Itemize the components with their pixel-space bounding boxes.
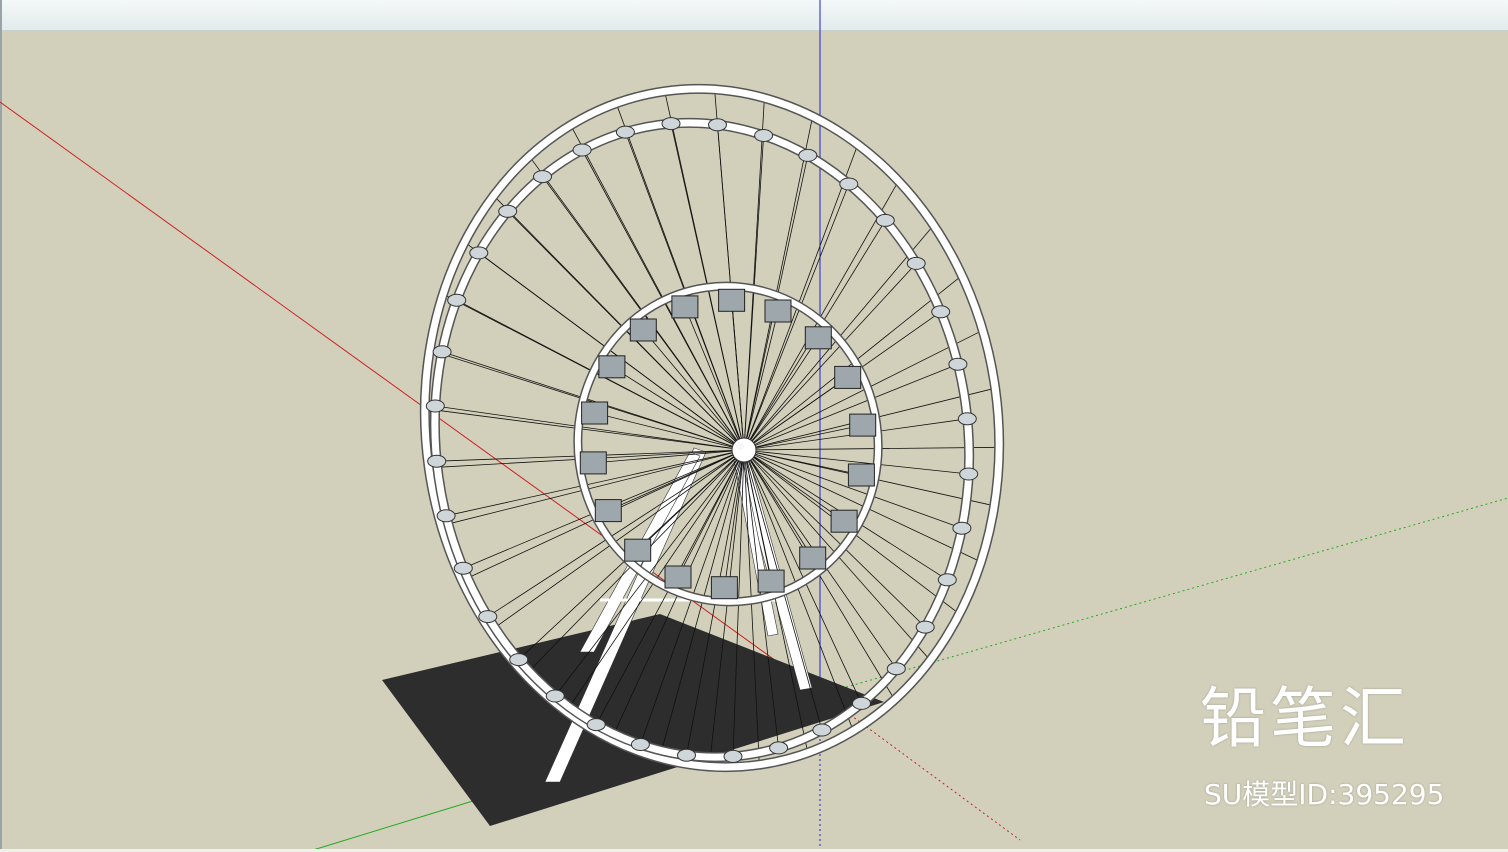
wheel-hub: [731, 437, 757, 463]
outer-cabin: [952, 521, 972, 535]
outer-cabin: [425, 399, 445, 413]
watermark-model-id: SU模型ID:395295: [1204, 778, 1445, 811]
inner-rim: [573, 281, 883, 607]
outer-cabin: [661, 117, 681, 131]
inner-cabin: [764, 299, 792, 323]
inner-spoke: [642, 329, 745, 451]
inner-cabin: [757, 569, 785, 593]
outer-cabin: [427, 454, 447, 468]
outer-cabin: [509, 653, 529, 667]
inner-cabin: [799, 546, 827, 570]
outer-cabin: [533, 170, 552, 184]
outer-cabin: [453, 561, 473, 575]
outer-cabin: [708, 118, 727, 132]
outer-cabin: [798, 148, 818, 162]
inner-cabin: [804, 326, 832, 350]
outer-cabin: [469, 246, 489, 260]
outer-cabin: [937, 573, 957, 587]
outer-cabin: [498, 204, 518, 218]
inner-spoke: [731, 300, 745, 451]
outer-cabin: [436, 509, 456, 523]
outer-cabin: [754, 129, 774, 142]
outer-cabin: [572, 143, 592, 157]
spoke: [743, 446, 1000, 451]
inner-cabin: [579, 451, 607, 475]
inner-cabin: [671, 295, 699, 319]
outer-cabin: [769, 741, 789, 755]
outer-cabin: [630, 738, 650, 751]
outer-cabin: [545, 689, 565, 703]
hub-sphere: [731, 437, 757, 463]
outer-cabin: [677, 748, 696, 762]
outer-cabin: [615, 125, 635, 139]
outer-cabin: [959, 467, 979, 481]
inner-cabin: [664, 565, 692, 589]
red-axis: [0, 101, 823, 695]
inner-cabin: [594, 499, 622, 523]
outer-cabin: [957, 412, 977, 426]
inner-cabin: [598, 355, 626, 379]
inner-cabin: [710, 576, 738, 600]
inner-cabin: [834, 365, 862, 389]
outer-cabin: [812, 723, 832, 737]
inner-spoke: [743, 310, 779, 451]
inner-rim-white: [574, 283, 882, 605]
inner-cabin: [718, 288, 746, 312]
outer-cabin: [906, 256, 926, 270]
inner-cabin: [849, 413, 877, 437]
outer-cabin: [915, 620, 935, 634]
inner-cabin: [629, 318, 657, 342]
outer-cabin: [478, 610, 498, 624]
inner-cabin: [830, 509, 858, 533]
spoke: [743, 183, 850, 451]
outer-cabin: [886, 662, 906, 676]
inner-cabin: [847, 463, 875, 487]
outer-cabin: [875, 213, 895, 227]
outer-cabin: [948, 357, 968, 371]
inner-cabin: [581, 401, 609, 425]
outer-cabin: [931, 305, 951, 319]
outer-cabin: [447, 293, 467, 307]
ground-pad: [382, 614, 884, 826]
inner-spoke: [593, 449, 745, 464]
outer-cabin: [723, 749, 743, 763]
outer-cabin: [852, 696, 871, 710]
inner-spoke: [611, 366, 745, 451]
outer-cabin: [586, 718, 606, 732]
outer-cabin: [432, 345, 452, 359]
inner-cabin: [624, 538, 652, 562]
watermark-brand: 铅笔汇: [1200, 680, 1410, 757]
outer-cabin: [839, 177, 859, 191]
